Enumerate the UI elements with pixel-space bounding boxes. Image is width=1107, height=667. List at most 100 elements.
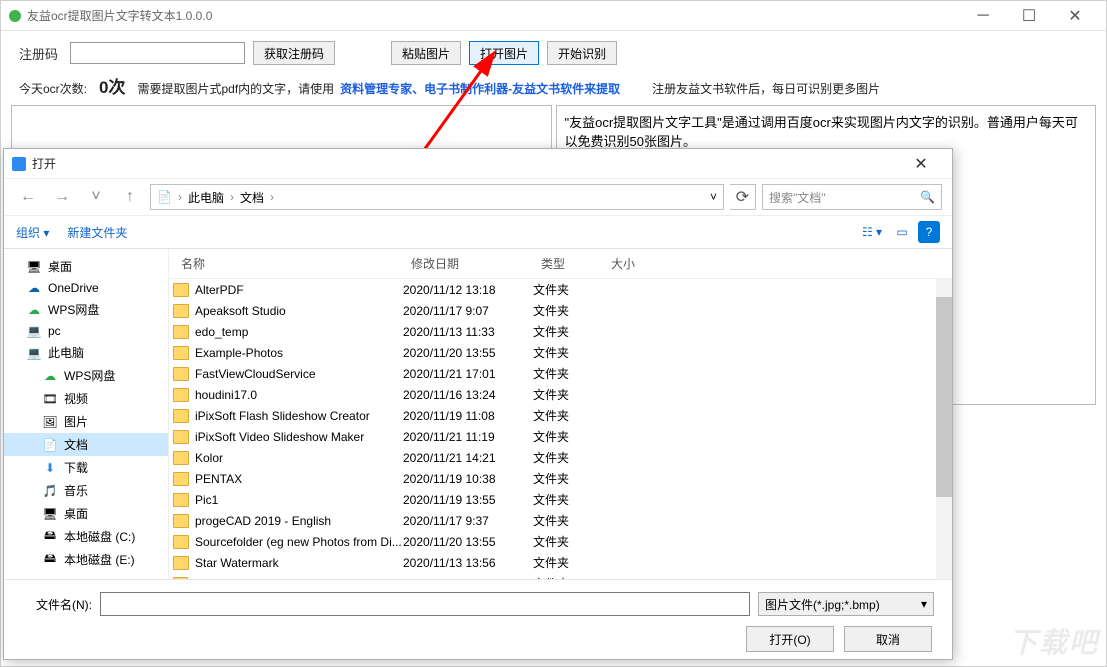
file-name: iPixSoft Video Slideshow Maker [195, 430, 364, 444]
address-bar: ← → ˅ ↑ 📄 › 此电脑 › 文档 › ˅ ⟳ 搜索"文档" 🔍 [4, 179, 952, 215]
dialog-open-button[interactable]: 打开(O) [746, 626, 834, 652]
file-row[interactable]: progeCAD 2019 - English2020/11/17 9:37文件… [169, 510, 952, 531]
file-row[interactable]: Star Watermark2020/11/13 13:56文件夹 [169, 552, 952, 573]
header-name[interactable]: 名称 [173, 255, 403, 272]
nav-item[interactable]: 视频 [4, 387, 168, 410]
nav-item[interactable]: WPS网盘 [4, 364, 168, 387]
get-reg-code-button[interactable]: 获取注册码 [253, 41, 335, 65]
nav-item[interactable]: 桌面 [4, 502, 168, 525]
file-row[interactable]: houdini17.02020/11/16 13:24文件夹 [169, 384, 952, 405]
nav-item[interactable]: 本地磁盘 (E:) [4, 548, 168, 571]
file-list-header[interactable]: 名称 修改日期 类型 大小 [169, 249, 952, 279]
filename-label: 文件名(N): [22, 596, 92, 613]
nav-item[interactable]: OneDrive [4, 278, 168, 298]
chevron-down-icon: ▾ [921, 597, 927, 611]
dialog-title: 打开 [32, 155, 898, 172]
file-type: 文件夹 [533, 386, 603, 403]
nav-item[interactable]: WPS网盘 [4, 298, 168, 321]
file-type: 文件夹 [533, 575, 603, 579]
file-type-filter[interactable]: 图片文件(*.jpg;*.bmp) ▾ [758, 592, 934, 616]
hint-link[interactable]: 资料管理专家、电子书制作利器-友益文书软件来提取 [340, 80, 620, 97]
file-type: 文件夹 [533, 365, 603, 382]
nav-item[interactable]: 图片 [4, 410, 168, 433]
nav-item[interactable]: 音乐 [4, 479, 168, 502]
paste-image-button[interactable]: 粘贴图片 [391, 41, 461, 65]
nav-item[interactable]: 文档 [4, 433, 168, 456]
file-type: 文件夹 [533, 428, 603, 445]
maximize-button[interactable]: ☐ [1006, 1, 1052, 31]
nav-item[interactable]: 本地磁盘 (C:) [4, 525, 168, 548]
file-date: 2020/11/21 11:19 [403, 430, 533, 444]
file-row[interactable]: Example-Photos2020/11/20 13:55文件夹 [169, 342, 952, 363]
ic-cloud-od-icon [26, 281, 42, 295]
file-row[interactable]: iPixSoft Flash Slideshow Creator2020/11/… [169, 405, 952, 426]
breadcrumb-folder[interactable]: 文档 [240, 189, 264, 206]
file-row[interactable]: Wondershare DVD Slideshow Builder...2020… [169, 573, 952, 579]
breadcrumb-root[interactable]: 此电脑 [188, 189, 224, 206]
app-icon [9, 10, 21, 22]
hint-text-2: 注册友益文书软件后，每日可识别更多图片 [652, 80, 880, 97]
vertical-scrollbar[interactable] [936, 279, 952, 579]
file-row[interactable]: Kolor2020/11/21 14:21文件夹 [169, 447, 952, 468]
nav-back-button[interactable]: ← [14, 184, 42, 210]
search-input[interactable]: 搜索"文档" 🔍 [762, 184, 942, 210]
preview-pane-button[interactable]: ▭ [888, 221, 916, 243]
header-type[interactable]: 类型 [533, 255, 603, 272]
file-row[interactable]: Pic12020/11/19 13:55文件夹 [169, 489, 952, 510]
folder-icon [173, 325, 189, 339]
new-folder-button[interactable]: 新建文件夹 [67, 224, 127, 241]
minimize-button[interactable]: ─ [960, 1, 1006, 31]
filename-input[interactable] [100, 592, 750, 616]
view-options-button[interactable]: ☷ ▾ [858, 221, 886, 243]
command-bar: 组织 ▾ 新建文件夹 ☷ ▾ ▭ ? [4, 215, 952, 249]
folder-icon [173, 535, 189, 549]
nav-up-button[interactable]: ↑ [116, 184, 144, 210]
close-button[interactable]: ✕ [1052, 1, 1098, 31]
nav-item[interactable]: 桌面 [4, 255, 168, 278]
file-name: Pic1 [195, 493, 218, 507]
organize-menu[interactable]: 组织 ▾ [16, 224, 49, 241]
search-placeholder: 搜索"文档" [769, 189, 826, 206]
dialog-close-button[interactable]: ✕ [898, 149, 944, 179]
ic-pics-icon [42, 415, 58, 429]
nav-item-label: 此电脑 [48, 344, 84, 361]
folder-icon [173, 283, 189, 297]
nav-item-label: 视频 [64, 390, 88, 407]
dialog-footer: 文件名(N): 图片文件(*.jpg;*.bmp) ▾ 打开(O) 取消 [4, 579, 952, 659]
dialog-cancel-button[interactable]: 取消 [844, 626, 932, 652]
file-row[interactable]: Sourcefolder (eg new Photos from Di...20… [169, 531, 952, 552]
nav-forward-button[interactable]: → [48, 184, 76, 210]
search-icon: 🔍 [920, 190, 935, 204]
file-row[interactable]: edo_temp2020/11/13 11:33文件夹 [169, 321, 952, 342]
file-list[interactable]: AlterPDF2020/11/12 13:18文件夹Apeaksoft Stu… [169, 279, 952, 579]
ocr-today-label: 今天ocr次数: [19, 80, 87, 97]
header-size[interactable]: 大小 [603, 255, 948, 272]
nav-item[interactable]: 下载 [4, 456, 168, 479]
start-ocr-button[interactable]: 开始识别 [547, 41, 617, 65]
navigation-pane[interactable]: 桌面OneDriveWPS网盘pc此电脑WPS网盘视频图片文档下载音乐桌面本地磁… [4, 249, 169, 579]
open-file-dialog: 打开 ✕ ← → ˅ ↑ 📄 › 此电脑 › 文档 › ˅ ⟳ 搜索"文档" 🔍… [3, 148, 953, 660]
file-row[interactable]: AlterPDF2020/11/12 13:18文件夹 [169, 279, 952, 300]
file-date: 2020/11/21 17:01 [403, 367, 533, 381]
folder-icon [173, 556, 189, 570]
file-row[interactable]: FastViewCloudService2020/11/21 17:01文件夹 [169, 363, 952, 384]
breadcrumb-dropdown-icon[interactable]: ˅ [710, 190, 717, 204]
file-row[interactable]: PENTAX2020/11/19 10:38文件夹 [169, 468, 952, 489]
open-image-button[interactable]: 打开图片 [469, 41, 539, 65]
reg-code-input[interactable] [70, 42, 245, 64]
file-date: 2020/11/13 11:33 [403, 325, 533, 339]
file-type: 文件夹 [533, 407, 603, 424]
nav-item-label: 下载 [64, 459, 88, 476]
folder-icon [173, 367, 189, 381]
file-row[interactable]: iPixSoft Video Slideshow Maker 2020/11/21… [169, 426, 952, 447]
header-date[interactable]: 修改日期 [403, 255, 533, 272]
file-date: 2020/11/21 14:21 [403, 451, 533, 465]
breadcrumb[interactable]: 📄 › 此电脑 › 文档 › ˅ [150, 184, 724, 210]
file-row[interactable]: Apeaksoft Studio2020/11/17 9:07文件夹 [169, 300, 952, 321]
nav-item[interactable]: 此电脑 [4, 341, 168, 364]
nav-item[interactable]: pc [4, 321, 168, 341]
nav-recent-button[interactable]: ˅ [82, 184, 110, 210]
help-button[interactable]: ? [918, 221, 940, 243]
refresh-button[interactable]: ⟳ [730, 184, 756, 210]
folder-icon [173, 409, 189, 423]
